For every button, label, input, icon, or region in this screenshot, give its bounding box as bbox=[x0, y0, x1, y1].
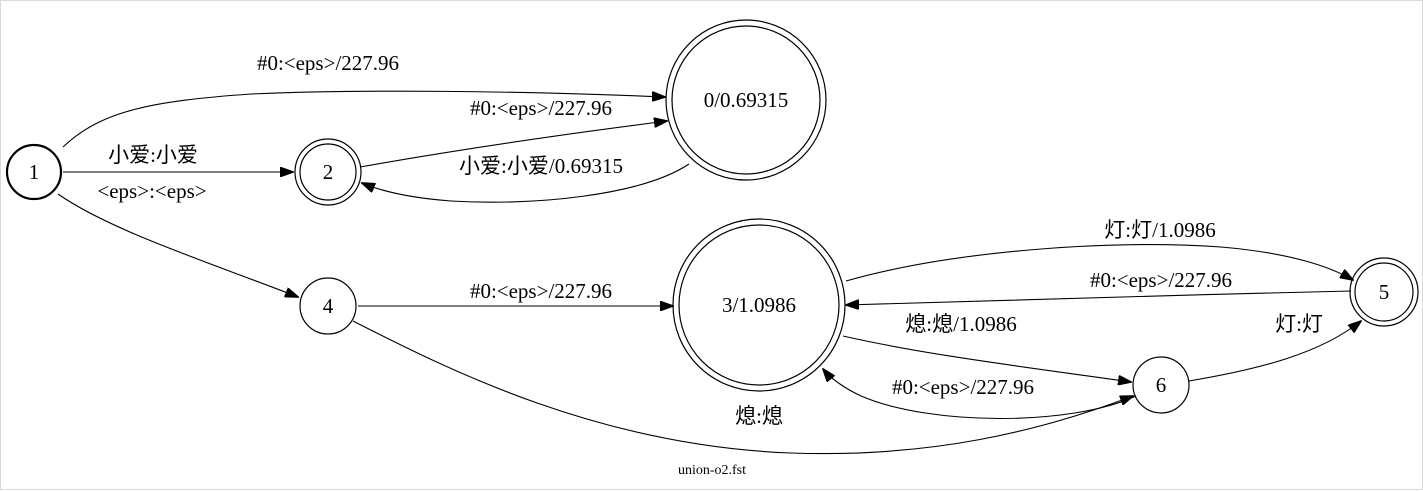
edge-label-4-to-3: #0:<eps>/227.96 bbox=[470, 279, 612, 303]
state-label-3: 3/1.0986 bbox=[722, 293, 796, 317]
state-node-1: 1 bbox=[5, 143, 63, 201]
edge-label-0-to-2: 小爱:小爱/0.69315 bbox=[459, 154, 623, 178]
state-node-5: 5 bbox=[1349, 257, 1419, 327]
state-label-5: 5 bbox=[1379, 280, 1390, 304]
edge-label-1-to-0: #0:<eps>/227.96 bbox=[257, 51, 399, 75]
fst-graph-canvas: #0:<eps>/227.96 小爱:小爱 <eps>:<eps> #0:<ep… bbox=[5, 19, 1419, 478]
edge-label-5-to-3: #0:<eps>/227.96 bbox=[1090, 268, 1232, 292]
nodes: 1 2 0/0.69315 4 3/1.0986 5 6 bbox=[5, 19, 1419, 414]
state-node-4: 4 bbox=[299, 277, 357, 335]
state-node-3: 3/1.0986 bbox=[672, 218, 846, 392]
state-label-6: 6 bbox=[1156, 373, 1167, 397]
state-node-0: 0/0.69315 bbox=[665, 19, 827, 181]
edge-label-3-to-6: 熄:熄/1.0986 bbox=[905, 312, 1016, 336]
edge-label-3-to-5: 灯:灯/1.0986 bbox=[1104, 218, 1215, 242]
state-node-2: 2 bbox=[294, 138, 362, 206]
fst-diagram: #0:<eps>/227.96 小爱:小爱 <eps>:<eps> #0:<ep… bbox=[0, 0, 1423, 490]
edge-label-6-to-5: 灯:灯 bbox=[1275, 312, 1323, 336]
edge-label-4-to-6: 熄:熄 bbox=[735, 404, 783, 428]
edge-label-1-to-4: <eps>:<eps> bbox=[97, 179, 206, 203]
edge-label-2-to-0: #0:<eps>/227.96 bbox=[470, 96, 612, 120]
edge-5-to-3 bbox=[846, 290, 1352, 305]
state-label-4: 4 bbox=[323, 294, 334, 318]
edge-label-1-to-2: 小爱:小爱 bbox=[108, 143, 198, 167]
state-label-0: 0/0.69315 bbox=[704, 88, 789, 112]
state-label-1: 1 bbox=[29, 160, 40, 184]
edge-label-6-to-3: #0:<eps>/227.96 bbox=[892, 375, 1034, 399]
state-label-2: 2 bbox=[323, 160, 334, 184]
state-node-6: 6 bbox=[1132, 356, 1190, 414]
diagram-caption: union-o2.fst bbox=[678, 463, 746, 478]
edge-1-to-4 bbox=[57, 193, 298, 297]
